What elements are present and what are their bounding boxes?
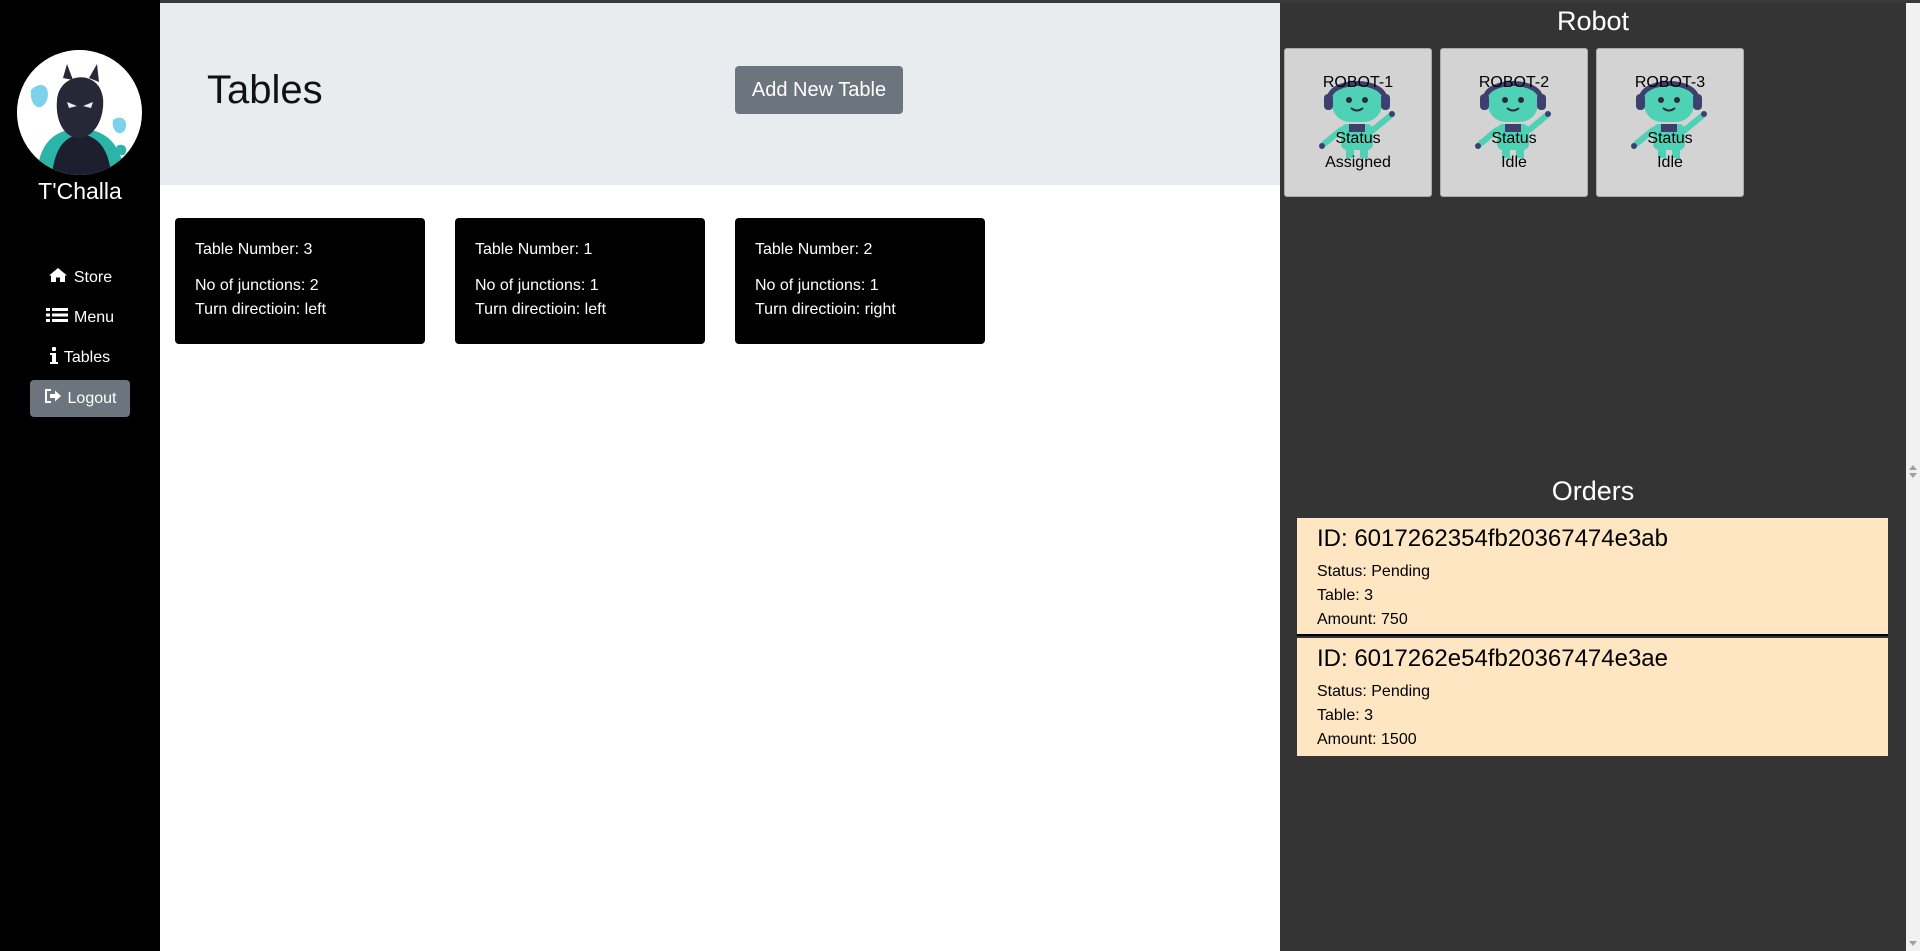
avatar [17, 50, 142, 175]
robot-status-label: Status [1335, 130, 1381, 147]
robot-status-label: Status [1647, 130, 1693, 147]
table-junctions: No of junctions: 2 [195, 277, 319, 294]
nav-item-tables[interactable]: Tables [0, 347, 160, 369]
order-table: Table: 3 [1317, 587, 1374, 604]
order-amount: Amount: 1500 [1317, 731, 1417, 748]
nav-item-label: Store [73, 268, 113, 286]
home-icon [48, 267, 68, 288]
order-amount: Amount: 750 [1317, 611, 1408, 628]
nav-item-label: Menu [73, 308, 115, 326]
scroll-bottom-icon[interactable] [1909, 941, 1917, 946]
orders-section-title: Orders [1551, 476, 1635, 506]
table-number: Table Number: 1 [475, 241, 593, 258]
nav-item-label: Tables [63, 349, 111, 366]
username: T'Challa [38, 178, 122, 204]
add-new-table-button[interactable]: Add New Table [735, 66, 903, 114]
nav-item-menu[interactable]: Menu [0, 307, 160, 328]
robot-section-title: Robot [1556, 6, 1630, 36]
robot-card[interactable]: ROBOT-3 Status Idle [1596, 48, 1744, 197]
nav-item-store[interactable]: Store [0, 267, 160, 288]
table-junctions: No of junctions: 1 [475, 277, 599, 294]
list-icon [45, 307, 68, 328]
robot-status: Idle [1657, 154, 1683, 171]
order-id: ID: 6017262e54fb20367474e3ae [1317, 645, 1668, 672]
logout-button[interactable]: Logout [30, 380, 130, 417]
table-direction: Turn directioin: left [195, 301, 327, 318]
table-card[interactable]: Table Number: 3 No of junctions: 2 Turn … [175, 218, 425, 344]
info-icon [49, 347, 58, 369]
robot-name: ROBOT-1 [1322, 74, 1394, 91]
robot-card[interactable]: ROBOT-1 Status Assigned [1284, 48, 1432, 197]
vertical-scrollbar[interactable] [1906, 3, 1920, 951]
table-card[interactable]: Table Number: 2 No of junctions: 1 Turn … [735, 218, 985, 344]
order-id: ID: 6017262354fb20367474e3ab [1317, 525, 1668, 552]
robot-status: Idle [1501, 154, 1527, 171]
robot-status: Assigned [1325, 154, 1391, 171]
robot-name: ROBOT-2 [1478, 74, 1550, 91]
order-card[interactable]: ID: 6017262354fb20367474e3ab Status: Pen… [1297, 518, 1888, 636]
table-card[interactable]: Table Number: 1 No of junctions: 1 Turn … [455, 218, 705, 344]
table-direction: Turn directioin: left [475, 301, 607, 318]
order-card[interactable]: ID: 6017262e54fb20367474e3ae Status: Pen… [1297, 638, 1888, 756]
scroll-up-icon[interactable] [1909, 465, 1917, 470]
page-header: Tables Add New Table [160, 3, 1280, 185]
order-status: Status: Pending [1317, 563, 1430, 580]
order-table: Table: 3 [1317, 707, 1374, 724]
table-number: Table Number: 3 [195, 241, 313, 258]
right-panel: Robot ROBOT-1 Status Assigned ROBOT-2 St… [1280, 3, 1920, 951]
table-direction: Turn directioin: right [755, 301, 896, 318]
table-junctions: No of junctions: 1 [755, 277, 879, 294]
sidebar: T'Challa Store Menu Tables Logout [0, 0, 160, 951]
order-status: Status: Pending [1317, 683, 1430, 700]
robot-card[interactable]: ROBOT-2 Status Idle [1440, 48, 1588, 197]
table-number: Table Number: 2 [755, 241, 873, 258]
robot-status-label: Status [1491, 130, 1537, 147]
logout-icon [44, 388, 62, 409]
logout-label: Logout [67, 389, 117, 407]
scroll-down-icon[interactable] [1909, 473, 1917, 478]
page-title: Tables [207, 68, 323, 112]
robot-name: ROBOT-3 [1634, 74, 1706, 91]
